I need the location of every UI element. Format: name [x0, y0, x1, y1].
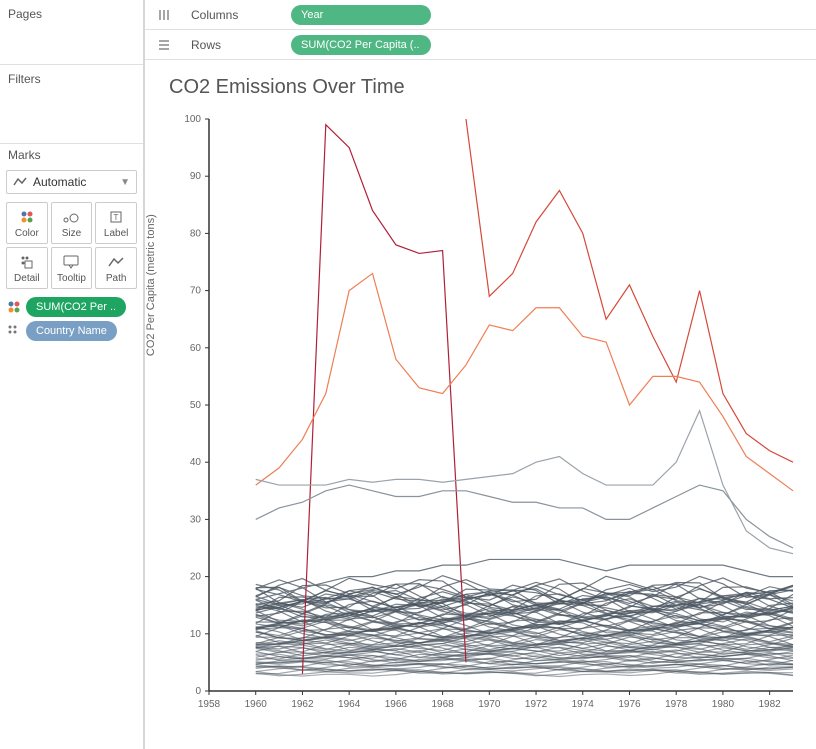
automatic-mark-icon	[13, 176, 27, 188]
svg-text:50: 50	[190, 400, 202, 411]
path-icon	[108, 253, 124, 271]
label-label: Label	[104, 228, 128, 239]
svg-text:1976: 1976	[618, 699, 641, 710]
mark-type-dropdown[interactable]: Automatic ▼	[6, 170, 137, 194]
detail-button[interactable]: Detail	[6, 247, 48, 289]
size-label: Size	[62, 228, 81, 239]
svg-text:1958: 1958	[198, 699, 221, 710]
rows-icon	[157, 38, 171, 52]
svg-text:30: 30	[190, 514, 202, 525]
detail-icon	[20, 253, 34, 271]
svg-text:40: 40	[190, 457, 202, 468]
color-button[interactable]: Color	[6, 202, 48, 244]
svg-text:1960: 1960	[245, 699, 268, 710]
tooltip-label: Tooltip	[57, 273, 86, 284]
mark-type-label: Automatic	[33, 175, 86, 189]
svg-text:1966: 1966	[385, 699, 408, 710]
color-label: Color	[15, 228, 39, 239]
path-button[interactable]: Path	[95, 247, 137, 289]
svg-text:1970: 1970	[478, 699, 501, 710]
svg-text:T: T	[114, 213, 119, 222]
path-label: Path	[106, 273, 127, 284]
svg-text:1962: 1962	[291, 699, 314, 710]
rows-shelf-label: Rows	[191, 38, 271, 52]
svg-text:100: 100	[184, 114, 201, 125]
marks-header: Marks	[0, 144, 143, 166]
color-icon	[20, 208, 34, 226]
tooltip-icon	[63, 253, 79, 271]
tooltip-button[interactable]: Tooltip	[51, 247, 93, 289]
color-indicator-icon	[6, 299, 22, 315]
detail-indicator-icon	[6, 323, 22, 339]
columns-shelf-label: Columns	[191, 8, 271, 22]
svg-text:20: 20	[190, 572, 202, 583]
color-pill-sum-co2[interactable]: SUM(CO2 Per ..	[26, 297, 126, 317]
chart-title: CO2 Emissions Over Time	[169, 76, 808, 99]
detail-label: Detail	[14, 273, 40, 284]
svg-text:1978: 1978	[665, 699, 688, 710]
columns-pill-year[interactable]: Year	[291, 5, 431, 25]
y-axis-label: CO2 Per Capita (metric tons)	[145, 214, 157, 356]
svg-text:1980: 1980	[712, 699, 735, 710]
svg-text:1964: 1964	[338, 699, 361, 710]
svg-text:70: 70	[190, 286, 202, 297]
size-icon	[62, 208, 80, 226]
pages-header: Pages	[0, 0, 143, 28]
svg-text:60: 60	[190, 343, 202, 354]
svg-text:1968: 1968	[431, 699, 454, 710]
svg-text:90: 90	[190, 171, 202, 182]
svg-text:1972: 1972	[525, 699, 548, 710]
svg-text:0: 0	[195, 686, 201, 697]
detail-pill-country[interactable]: Country Name	[26, 321, 117, 341]
label-icon: T	[109, 208, 123, 226]
caret-down-icon: ▼	[120, 177, 130, 188]
svg-text:10: 10	[190, 629, 202, 640]
columns-icon	[157, 8, 171, 22]
svg-text:1974: 1974	[572, 699, 595, 710]
svg-text:1982: 1982	[759, 699, 782, 710]
rows-pill-co2[interactable]: SUM(CO2 Per Capita (..	[291, 35, 431, 55]
filters-header: Filters	[0, 65, 143, 93]
svg-text:80: 80	[190, 228, 202, 239]
label-button[interactable]: T Label	[95, 202, 137, 244]
size-button[interactable]: Size	[51, 202, 93, 244]
chart[interactable]: CO2 Per Capita (metric tons) 01020304050…	[169, 111, 799, 731]
